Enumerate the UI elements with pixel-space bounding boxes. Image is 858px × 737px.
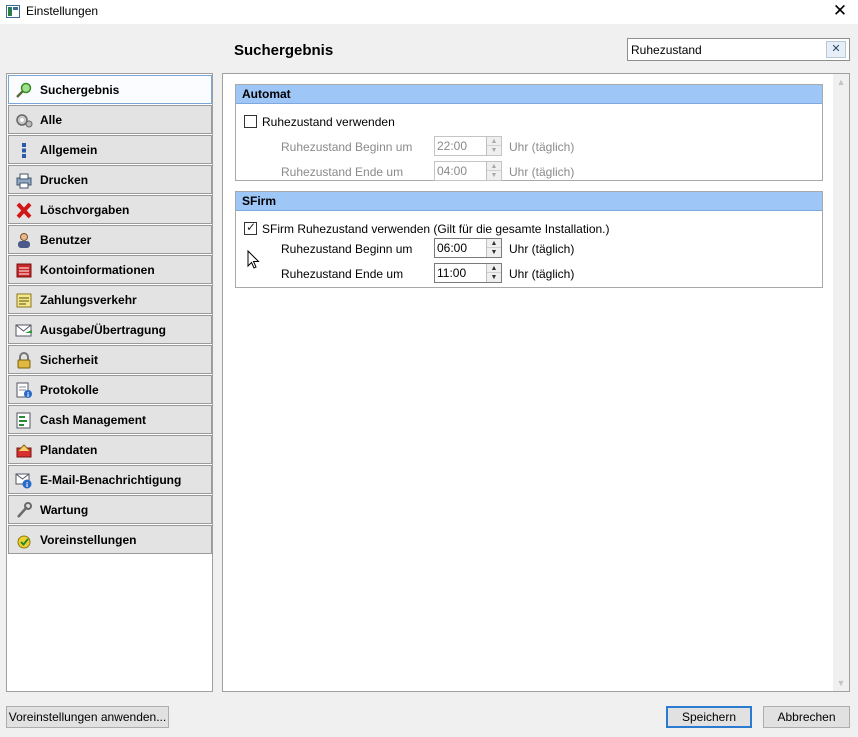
sfirm-begin-time-field[interactable]: 06:00 ▲ ▼ [434, 238, 502, 258]
email-info-icon: i [15, 472, 33, 489]
sfirm-sleep-checkbox[interactable]: ✓ [244, 220, 257, 235]
apply-defaults-button[interactable]: Voreinstellungen anwenden... [6, 706, 169, 728]
sidebar-item-allgemein[interactable]: Allgemein [8, 135, 212, 164]
group-title-sfirm: SFirm [236, 192, 822, 211]
sidebar-item-zahlungsverkehr[interactable]: Zahlungsverkehr [8, 285, 212, 314]
content-panel: Automat Ruhezustand verwenden Ruhezustan… [222, 73, 850, 692]
scroll-up-icon[interactable]: ▲ [833, 74, 849, 90]
user-icon [15, 232, 33, 249]
sfirm-end-unit: Uhr (täglich) [509, 267, 575, 281]
automat-end-time-field[interactable]: 04:00 ▲ ▼ [434, 161, 502, 181]
automat-end-value: 04:00 [437, 164, 468, 178]
title-bar: Einstellungen ✕ [0, 0, 858, 24]
save-button[interactable]: Speichern [666, 706, 752, 728]
wrench-icon [15, 502, 33, 519]
sidebar-item-plandaten[interactable]: Plandaten [8, 435, 212, 464]
sfirm-begin-spinner[interactable]: ▲ ▼ [486, 239, 501, 257]
sfirm-begin-unit: Uhr (täglich) [509, 242, 575, 256]
sidebar-item-voreinstellungen[interactable]: Voreinstellungen [8, 525, 212, 554]
automat-sleep-checkbox[interactable] [244, 115, 257, 128]
sidebar-item-benutzer[interactable]: Benutzer [8, 225, 212, 254]
automat-end-label: Ruhezustand Ende um [281, 165, 404, 179]
spin-down-icon[interactable]: ▼ [487, 273, 501, 282]
cash-icon [15, 412, 33, 429]
spin-up-icon[interactable]: ▲ [487, 137, 501, 146]
sfirm-end-label: Ruhezustand Ende um [281, 267, 404, 281]
sidebar: Suchergebnis Alle Allgemein Drucken Lösc… [6, 73, 213, 692]
presets-icon [15, 532, 33, 549]
vertical-scrollbar[interactable]: ▲ ▼ [833, 74, 849, 691]
printer-icon [15, 172, 33, 189]
sfirm-begin-value: 06:00 [437, 241, 468, 255]
envelope-transfer-icon [15, 322, 33, 339]
automat-end-unit: Uhr (täglich) [509, 165, 575, 179]
sidebar-item-loeschvorgaben[interactable]: Löschvorgaben [8, 195, 212, 224]
plan-icon [15, 442, 33, 459]
red-x-icon [15, 202, 33, 219]
cancel-button[interactable]: Abbrechen [763, 706, 850, 728]
payment-list-icon [15, 292, 33, 309]
group-sfirm: SFirm ✓ SFirm Ruhezustand verwenden (Gil… [235, 191, 823, 288]
automat-end-spinner[interactable]: ▲ ▼ [486, 162, 501, 180]
spin-down-icon[interactable]: ▼ [487, 146, 501, 155]
lock-icon [15, 352, 33, 369]
svg-text:i: i [26, 482, 28, 489]
svg-text:i: i [27, 392, 29, 399]
sidebar-item-e-mail-benachrichtigung[interactable]: i E-Mail-Benachrichtigung [8, 465, 212, 494]
sidebar-item-protokolle[interactable]: i Protokolle [8, 375, 212, 404]
mouse-cursor-icon [247, 249, 261, 273]
page-title: Suchergebnis [234, 42, 334, 59]
group-title-automat: Automat [236, 85, 822, 104]
checkmark-icon: ✓ [246, 220, 257, 234]
sfirm-end-time-field[interactable]: 11:00 ▲ ▼ [434, 263, 502, 283]
group-automat: Automat Ruhezustand verwenden Ruhezustan… [235, 84, 823, 181]
gears-icon [15, 112, 33, 129]
sidebar-item-alle[interactable]: Alle [8, 105, 212, 134]
sfirm-sleep-checkbox-row[interactable]: ✓ SFirm Ruhezustand verwenden (Gilt für … [244, 220, 644, 236]
search-box: ✕ [627, 38, 850, 61]
spin-up-icon[interactable]: ▲ [487, 239, 501, 248]
close-icon[interactable]: ✕ [822, 0, 858, 24]
automat-begin-value: 22:00 [437, 139, 468, 153]
window-title: Einstellungen [26, 4, 99, 18]
spin-down-icon[interactable]: ▼ [487, 248, 501, 257]
sidebar-item-wartung[interactable]: Wartung [8, 495, 212, 524]
clear-search-icon[interactable]: ✕ [826, 41, 846, 58]
magnifier-icon [15, 82, 33, 99]
automat-sleep-checkbox-row[interactable]: Ruhezustand verwenden [244, 115, 544, 129]
sidebar-item-drucken[interactable]: Drucken [8, 165, 212, 194]
sidebar-item-sicherheit[interactable]: Sicherheit [8, 345, 212, 374]
automat-begin-label: Ruhezustand Beginn um [281, 140, 413, 154]
sfirm-end-spinner[interactable]: ▲ ▼ [486, 264, 501, 282]
sidebar-item-cash-management[interactable]: Cash Management [8, 405, 212, 434]
spin-down-icon[interactable]: ▼ [487, 171, 501, 180]
spin-up-icon[interactable]: ▲ [487, 264, 501, 273]
scroll-down-icon[interactable]: ▼ [833, 675, 849, 691]
spin-up-icon[interactable]: ▲ [487, 162, 501, 171]
automat-sleep-checkbox-label: Ruhezustand verwenden [262, 115, 395, 129]
app-icon [6, 5, 20, 18]
sidebar-item-kontoinformationen[interactable]: Kontoinformationen [8, 255, 212, 284]
sidebar-item-suchergebnis[interactable]: Suchergebnis [8, 75, 212, 104]
sfirm-end-value: 11:00 [437, 266, 467, 280]
automat-begin-spinner[interactable]: ▲ ▼ [486, 137, 501, 155]
sfirm-begin-label: Ruhezustand Beginn um [281, 242, 413, 256]
account-book-icon [15, 262, 33, 279]
automat-begin-time-field[interactable]: 22:00 ▲ ▼ [434, 136, 502, 156]
log-info-icon: i [15, 382, 33, 399]
search-input[interactable] [631, 41, 821, 58]
sfirm-sleep-checkbox-label: SFirm Ruhezustand verwenden (Gilt für di… [262, 222, 610, 236]
sidebar-item-ausgabe-uebertragung[interactable]: Ausgabe/Übertragung [8, 315, 212, 344]
automat-begin-unit: Uhr (täglich) [509, 140, 575, 154]
dots-icon [15, 142, 33, 159]
